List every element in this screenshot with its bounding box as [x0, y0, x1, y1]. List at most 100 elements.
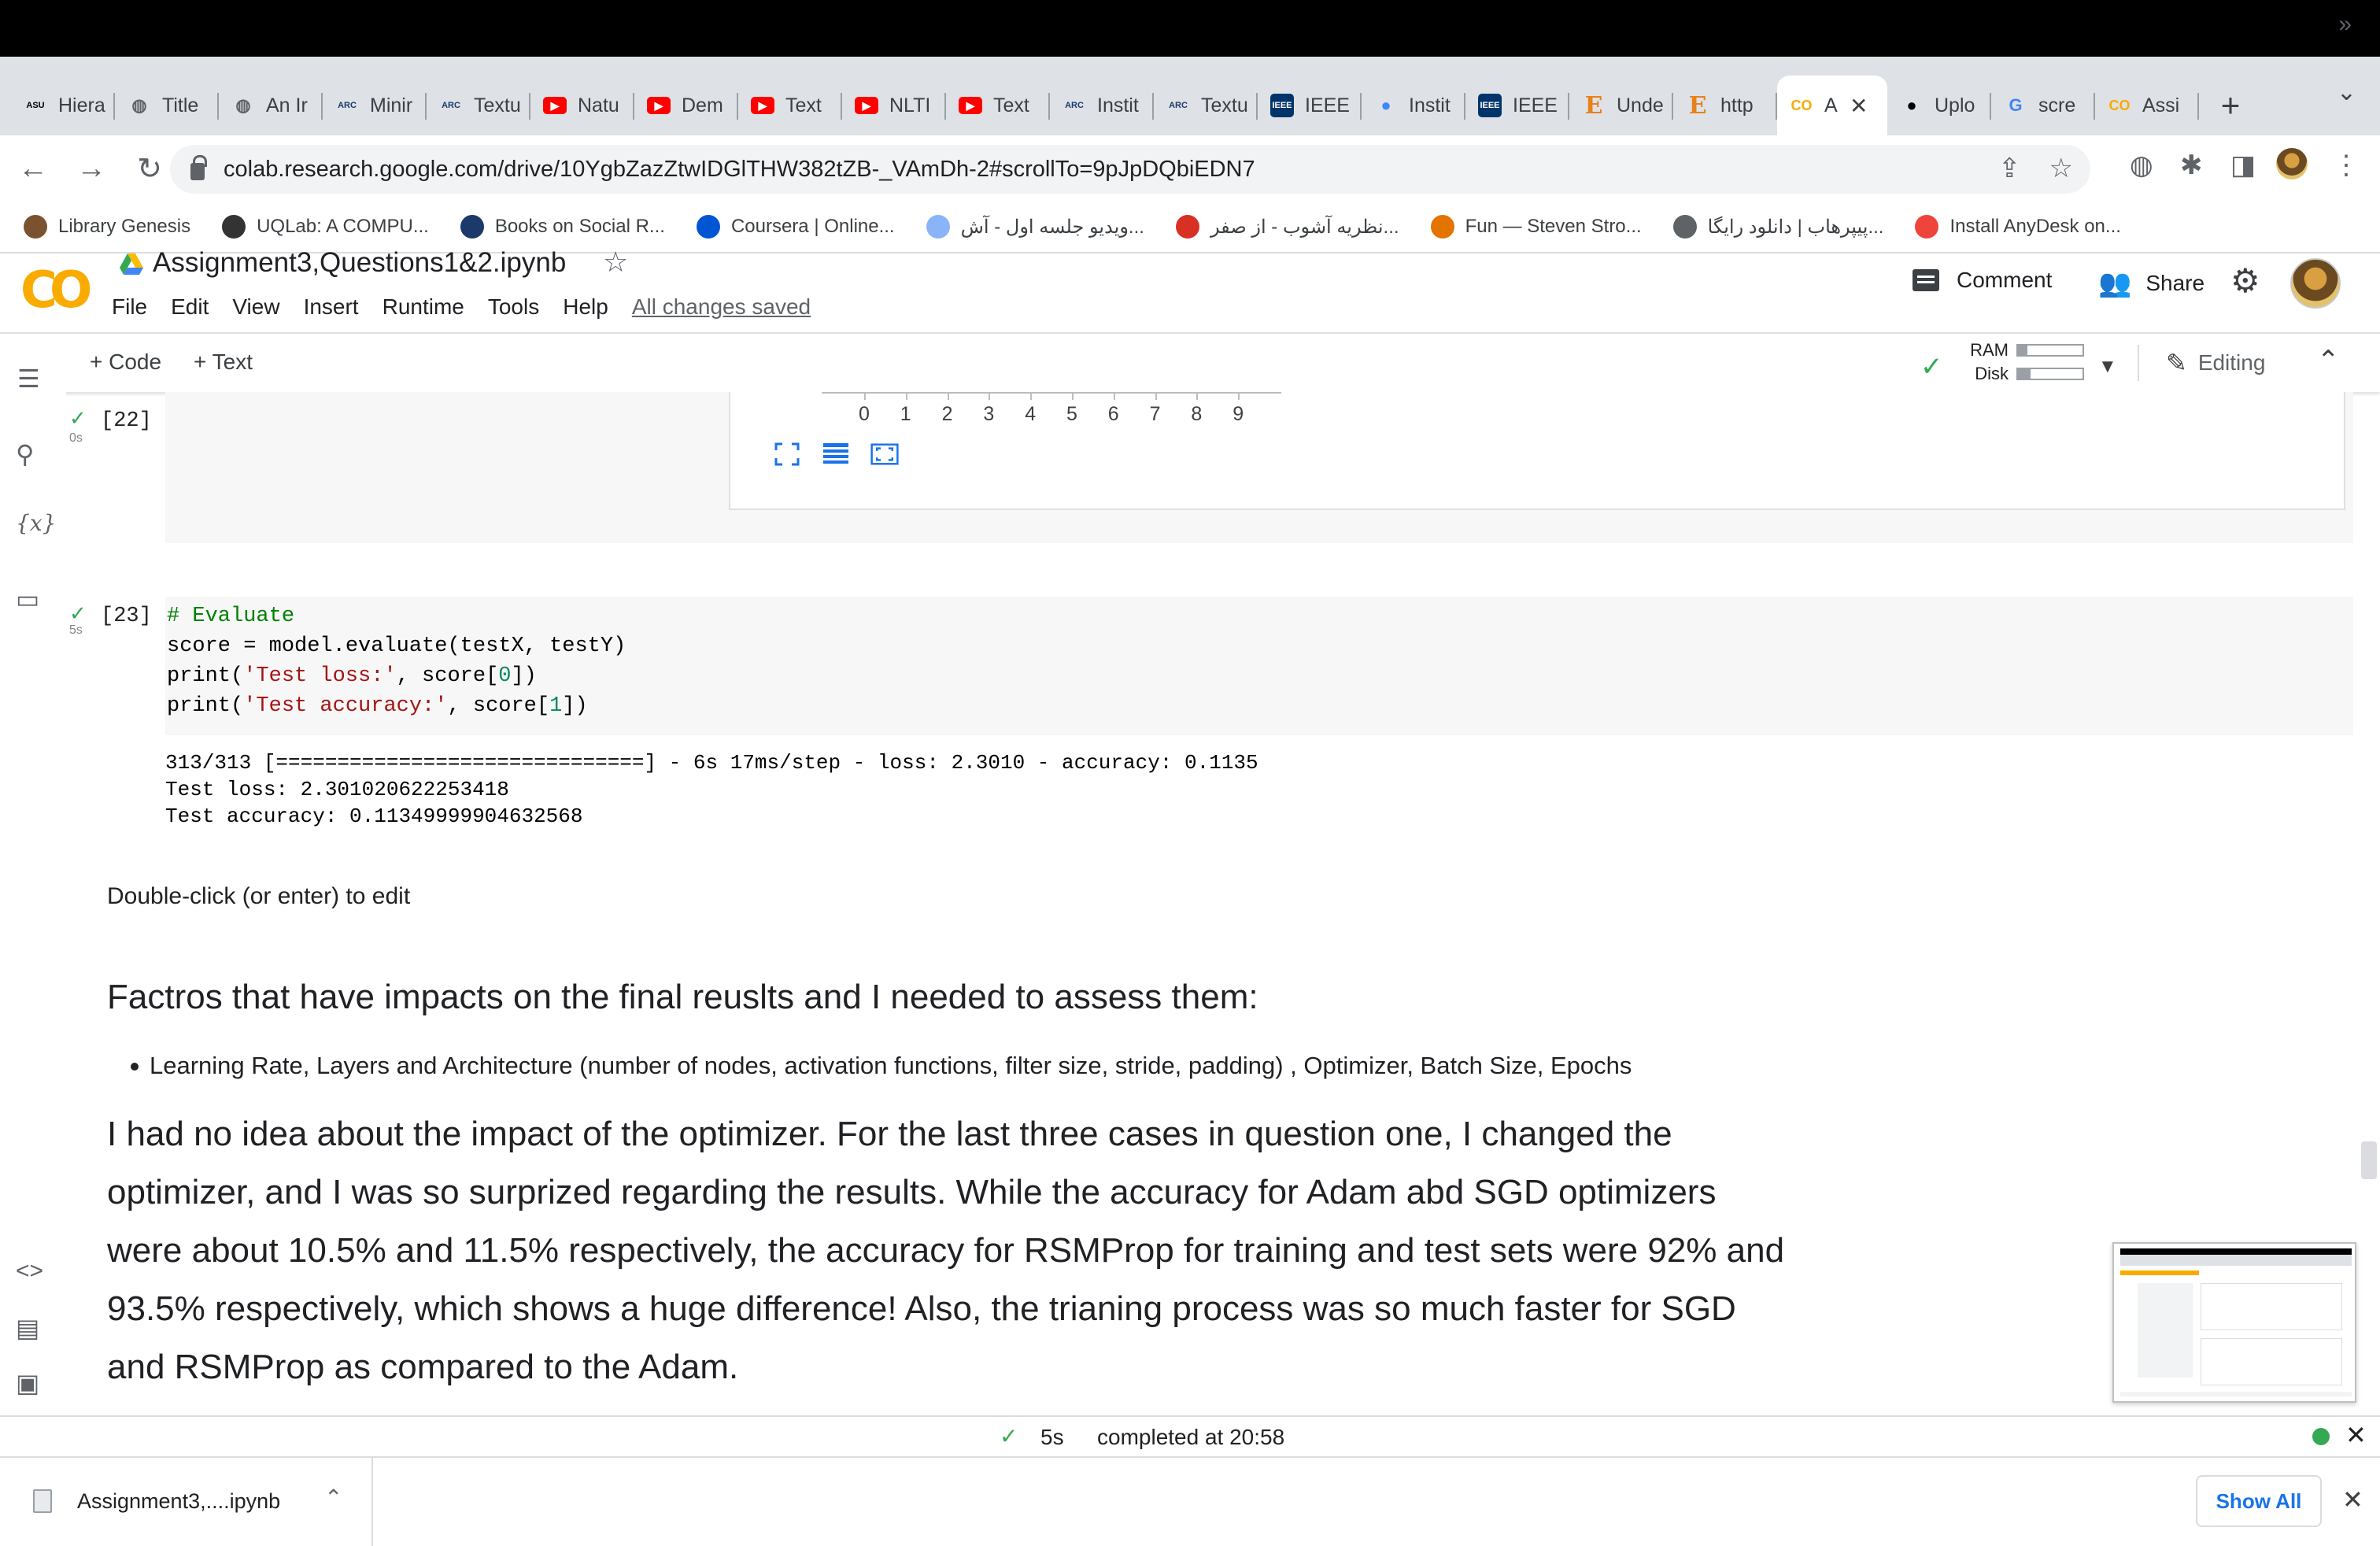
colab-logo[interactable]: CO	[20, 261, 92, 320]
browser-tab-14[interactable]: IEEE IEEE	[1465, 76, 1569, 135]
menu-tools[interactable]: Tools	[488, 294, 539, 320]
avatar[interactable]	[2290, 258, 2341, 309]
folder-icon[interactable]: ▭	[16, 584, 39, 614]
bookmark-item-2[interactable]: Books on Social R...	[460, 215, 665, 239]
browser-tab-13[interactable]: ● Instit	[1362, 76, 1465, 135]
run-success-check-icon[interactable]: ✓	[69, 406, 87, 431]
status-completed-text[interactable]: completed at 20:58	[1097, 1425, 1284, 1450]
tab-close-icon[interactable]: ✕	[1850, 93, 1868, 119]
browser-tab-9[interactable]: ▶ Text	[946, 76, 1050, 135]
bookmarks-overflow-icon[interactable]: »	[2338, 11, 2352, 38]
code-line-1[interactable]: # Evaluate	[167, 605, 294, 628]
run-success-check-icon[interactable]: ✓	[69, 601, 87, 626]
browser-tab-2[interactable]: ◍ An Ir	[219, 76, 323, 135]
bookmark-item-0[interactable]: Library Genesis	[24, 215, 190, 239]
browser-tab-5[interactable]: ▶ Natu	[530, 76, 634, 135]
menu-runtime[interactable]: Runtime	[382, 294, 464, 320]
terminal-icon[interactable]: ▣	[16, 1368, 39, 1398]
menu-file[interactable]: File	[112, 294, 147, 320]
browser-tab-0[interactable]: ASU Hiera	[11, 76, 115, 135]
code-line-3[interactable]: print('Test loss:', score[0])	[167, 664, 537, 688]
code-line-4[interactable]: print('Test accuracy:', score[1])	[167, 694, 588, 718]
star-icon[interactable]: ☆	[603, 246, 628, 279]
add-text-button[interactable]: + Text	[194, 350, 253, 375]
runtime-connected-dot[interactable]	[2312, 1428, 2330, 1445]
browser-tab-6[interactable]: ▶ Dem	[634, 76, 738, 135]
bookmark-item-8[interactable]: Install AnyDesk on...	[1915, 215, 2121, 239]
close-icon[interactable]: ✕	[2345, 1420, 2367, 1450]
browser-tab-15[interactable]: E Unde	[1569, 76, 1673, 135]
search-icon[interactable]: ⚲	[16, 439, 34, 469]
bookmark-item-1[interactable]: UQLab: A COMPU...	[222, 215, 429, 239]
forward-arrow-icon[interactable]: →	[66, 143, 116, 194]
menu-edit[interactable]: Edit	[171, 294, 209, 320]
menu-help[interactable]: Help	[563, 294, 608, 320]
x-tick-mark	[989, 392, 991, 400]
markdown-paragraph[interactable]: I had no idea about the impact of the op…	[107, 1105, 1791, 1396]
caret-down-icon[interactable]: ▼	[2098, 356, 2117, 378]
chart-suggest-icon[interactable]	[870, 441, 899, 468]
notebook-title[interactable]: Assignment3,Questions1&2.ipynb	[153, 247, 566, 279]
browser-tab-20[interactable]: CO Assi	[2095, 76, 2199, 135]
browser-tab-18[interactable]: ● Uplo	[1887, 76, 1991, 135]
browser-menu-icon[interactable]: ⋮	[2333, 150, 2360, 181]
data-table-icon[interactable]	[822, 441, 850, 468]
command-palette-icon[interactable]: ▤	[16, 1313, 39, 1343]
share-button[interactable]: 👥 Share	[2098, 268, 2204, 299]
menu-view[interactable]: View	[232, 294, 279, 320]
address-bar[interactable]: colab.research.google.com/drive/10YgbZaz…	[170, 145, 2090, 194]
back-arrow-icon[interactable]: ←	[8, 143, 58, 194]
browser-tab-3[interactable]: ARC Minir	[323, 76, 427, 135]
save-status-link[interactable]: All changes saved	[632, 294, 811, 320]
vpn-extension-icon[interactable]: ◍	[2130, 150, 2153, 181]
browser-tab-12[interactable]: IEEE IEEE	[1258, 76, 1362, 135]
browser-tab-1[interactable]: ◍ Title	[115, 76, 219, 135]
bookmark-star-icon[interactable]: ☆	[2049, 153, 2073, 184]
comment-button[interactable]: Comment	[1913, 268, 2052, 293]
profile-avatar-small[interactable]	[2276, 139, 2308, 179]
markdown-bullet[interactable]: Learning Rate, Layers and Architecture (…	[130, 1052, 1632, 1080]
editing-mode-button[interactable]: ✎ Editing	[2166, 348, 2265, 378]
browser-tab-4[interactable]: ARC Textu	[427, 76, 530, 135]
reload-icon[interactable]: ↻	[124, 143, 175, 194]
tab-search-chevron-icon[interactable]: ⌄	[2337, 79, 2356, 106]
bookmark-item-7[interactable]: پیپرهاب | دانلود رایگا...	[1672, 215, 1883, 239]
google-drive-icon[interactable]	[120, 253, 143, 276]
code-line-2[interactable]: score = model.evaluate(testX, testY)	[167, 634, 626, 658]
browser-tab-7[interactable]: ▶ Text	[738, 76, 842, 135]
browser-tab-10[interactable]: ARC Instit	[1050, 76, 1154, 135]
browser-tab-17[interactable]: CO A ✕	[1777, 76, 1887, 135]
edit-hint[interactable]: Double-click (or enter) to edit	[107, 883, 410, 910]
comment-icon	[1913, 269, 1939, 291]
side-panel-icon[interactable]: ◨	[2230, 150, 2256, 181]
menu-insert[interactable]: Insert	[304, 294, 359, 320]
share-page-icon[interactable]: ⇪	[1998, 153, 2021, 184]
bookmark-label: Library Genesis	[58, 216, 191, 237]
new-tab-plus-icon[interactable]: +	[2207, 76, 2254, 135]
gear-icon[interactable]: ⚙	[2230, 261, 2260, 300]
close-icon[interactable]: ✕	[2342, 1485, 2363, 1515]
download-item[interactable]: Assignment3,....ipynb ⌃	[0, 1458, 373, 1546]
fullscreen-icon[interactable]	[773, 441, 801, 468]
extensions-puzzle-icon[interactable]: ✱	[2180, 150, 2203, 181]
table-of-contents-icon[interactable]: ☰	[17, 364, 40, 394]
colab-icon: CO	[2108, 97, 2131, 113]
show-all-button[interactable]: Show All	[2196, 1475, 2322, 1527]
bookmark-favicon-icon	[1175, 215, 1199, 239]
browser-tab-11[interactable]: ARC Textu	[1154, 76, 1258, 135]
code-snippets-icon[interactable]: <>	[16, 1258, 43, 1285]
browser-tab-19[interactable]: Gscre	[1991, 76, 2095, 135]
markdown-heading[interactable]: Factros that have impacts on the final r…	[107, 978, 1258, 1017]
browser-tab-8[interactable]: ▶ NLTI	[842, 76, 946, 135]
collapse-header-icon[interactable]: ⌃	[2317, 345, 2340, 376]
bookmark-item-3[interactable]: Coursera | Online...	[696, 215, 895, 239]
browser-tab-16[interactable]: Ehttp	[1673, 76, 1777, 135]
bookmark-item-4[interactable]: ویدیو جلسه اول - آش...	[926, 215, 1144, 239]
bookmark-item-6[interactable]: Fun — Steven Stro...	[1430, 215, 1642, 239]
screen-recording-thumbnail[interactable]	[2112, 1242, 2356, 1403]
bookmark-item-5[interactable]: نظریه آشوب - از صفر...	[1175, 215, 1399, 239]
scrollbar-thumb[interactable]	[2361, 1141, 2377, 1179]
add-code-button[interactable]: + Code	[90, 350, 161, 375]
variables-icon[interactable]: {x}	[16, 510, 56, 536]
chevron-up-icon[interactable]: ⌃	[324, 1485, 342, 1511]
